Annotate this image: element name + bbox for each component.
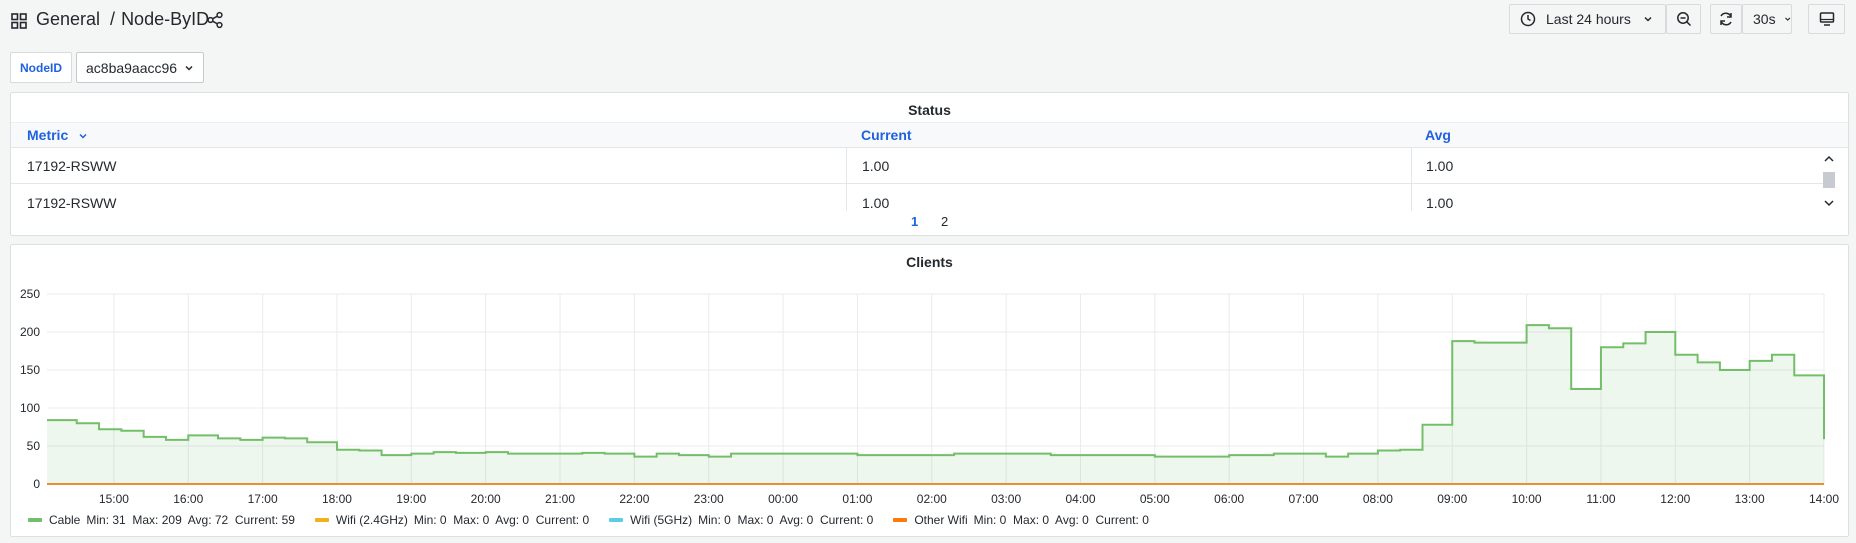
x-tick-label: 23:00 [694,492,724,506]
legend-swatch [28,518,42,522]
x-tick-label: 10:00 [1512,492,1542,506]
chart-legend: Cable Min: 31 Max: 209 Avg: 72 Current: … [28,513,1169,527]
x-tick-label: 16:00 [173,492,203,506]
x-tick-label: 01:00 [842,492,872,506]
x-tick-label: 13:00 [1735,492,1765,506]
y-tick-label: 200 [20,325,40,339]
x-tick-label: 08:00 [1363,492,1393,506]
x-tick-label: 07:00 [1289,492,1319,506]
x-tick-label: 02:00 [917,492,947,506]
series-area-cable [47,325,1824,484]
legend-swatch [893,518,908,522]
y-tick-label: 100 [20,401,40,415]
x-tick-label: 22:00 [619,492,649,506]
legend-swatch [314,518,329,522]
legend-item-wifi-24[interactable]: Wifi (2.4GHz) Min: 0 Max: 0 Avg: 0 Curre… [314,513,595,527]
y-tick-label: 150 [20,363,40,377]
x-tick-label: 14:00 [1809,492,1839,506]
x-tick-label: 03:00 [991,492,1021,506]
legend-swatch [609,518,624,522]
x-tick-label: 11:00 [1586,492,1615,506]
x-tick-label: 06:00 [1214,492,1244,506]
clients-chart: 0 50 100 150 200 250 15:00 16:00 17:00 18:00 19:00… [20,287,1839,506]
x-tick-label: 15:00 [99,492,129,506]
x-tick-label: 21:00 [545,492,575,506]
legend-item-cable[interactable]: Cable Min: 31 Max: 209 Avg: 72 Current: … [28,513,301,527]
x-tick-label: 18:00 [322,492,352,506]
legend-item-wifi-5[interactable]: Wifi (5GHz) Min: 0 Max: 0 Avg: 0 Current… [609,513,879,527]
x-tick-label: 12:00 [1660,492,1690,506]
legend-item-other-wifi[interactable]: Other Wifi Min: 0 Max: 0 Avg: 0 Current:… [893,513,1155,527]
x-tick-label: 00:00 [768,492,798,506]
x-tick-label: 17:00 [248,492,278,506]
y-tick-label: 50 [27,439,41,453]
x-tick-label: 05:00 [1140,492,1170,506]
x-tick-label: 04:00 [1065,492,1095,506]
x-tick-label: 20:00 [471,492,501,506]
y-tick-label: 250 [20,287,40,301]
y-tick-label: 0 [33,477,40,491]
x-tick-label: 19:00 [396,492,426,506]
x-tick-label: 09:00 [1437,492,1467,506]
